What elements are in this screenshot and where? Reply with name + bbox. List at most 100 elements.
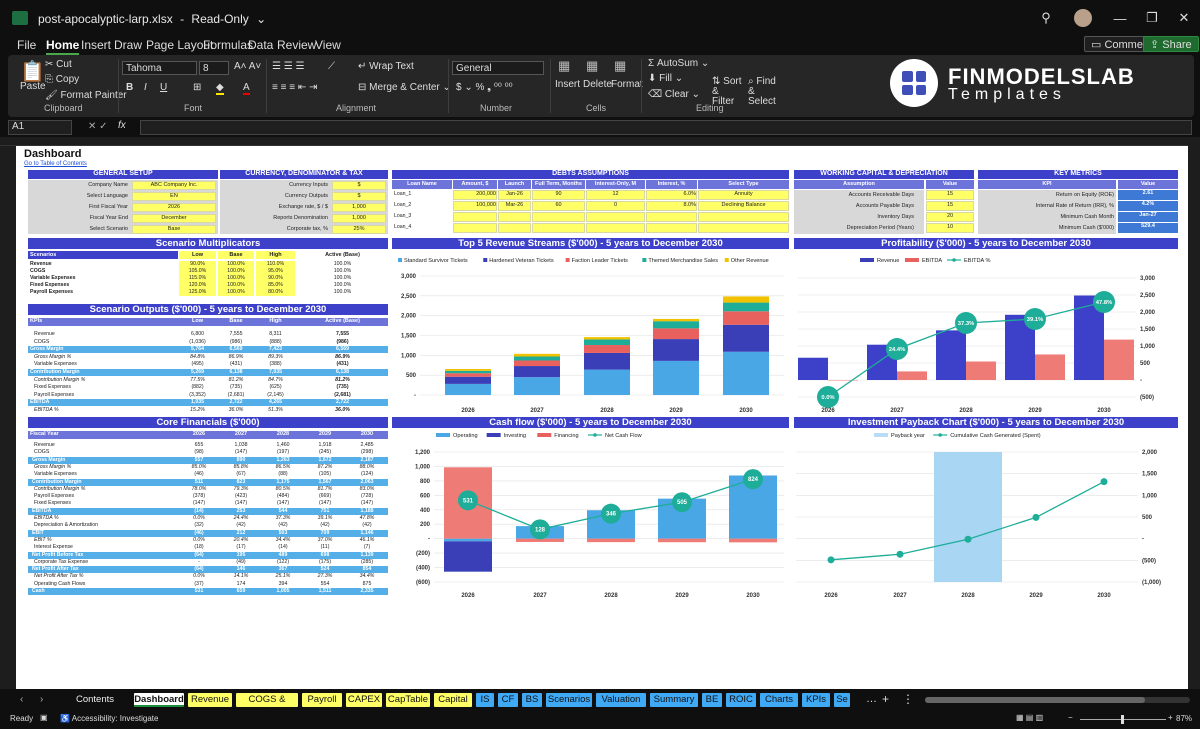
fill-color-icon[interactable]: ◆: [216, 82, 224, 95]
view-icons[interactable]: ▦ ▤ ▥: [1016, 713, 1043, 722]
column-headers[interactable]: [0, 137, 1200, 146]
tab-scroll-left-icon[interactable]: ‹: [20, 694, 23, 705]
fx-icon[interactable]: fx: [118, 120, 126, 131]
zoom-out-icon[interactable]: −: [1068, 713, 1073, 722]
close-icon[interactable]: ✕: [1168, 10, 1200, 26]
underline-icon[interactable]: U: [160, 82, 167, 93]
delete-button[interactable]: Delete: [583, 79, 612, 90]
window-title[interactable]: post-apocalyptic-larp.xlsx - Read-Only ⌄: [38, 12, 270, 26]
name-box[interactable]: A1: [8, 120, 72, 135]
paste-button[interactable]: Paste: [20, 81, 46, 92]
sheet-tab-payroll[interactable]: Payroll: [302, 693, 342, 707]
zoom-thumb[interactable]: [1121, 715, 1124, 724]
scrollbar-thumb[interactable]: [925, 697, 1145, 703]
italic-icon[interactable]: I: [144, 82, 147, 93]
menu-view[interactable]: View: [315, 38, 341, 52]
clear-button[interactable]: ⌫ Clear ⌄: [648, 89, 700, 100]
zoom-in-icon[interactable]: +: [1168, 713, 1173, 722]
minimize-icon[interactable]: —: [1104, 11, 1136, 26]
cancel-enter-icons[interactable]: ✕ ✓: [88, 121, 108, 132]
sheet-tab-summary[interactable]: Summary: [650, 693, 698, 707]
search-icon[interactable]: ⚲: [1030, 10, 1062, 26]
tab-options-icon[interactable]: ⋮: [902, 692, 914, 706]
sheet-tab-charts[interactable]: Charts: [760, 693, 798, 707]
sheet-tab-cogs-opex[interactable]: COGS & OPEX: [236, 693, 298, 719]
find-select-button[interactable]: ⌕ Find & Select: [748, 77, 778, 107]
menu-review[interactable]: Review: [277, 38, 316, 52]
insert-cells-icon[interactable]: ▦: [558, 58, 570, 74]
sheet-tab-capital[interactable]: Capital: [434, 693, 472, 707]
format-button[interactable]: Format: [611, 79, 643, 90]
vertical-scrollbar[interactable]: [1188, 137, 1200, 689]
menu-insert[interactable]: Insert: [81, 38, 111, 52]
sheet-tab-roic[interactable]: ROIC: [726, 693, 756, 707]
menu-draw[interactable]: Draw: [114, 38, 142, 52]
fill-icon: ⬇: [648, 73, 660, 84]
format-painter-button[interactable]: 🖌 Format Painter: [45, 90, 127, 101]
cash-legend-marker: [436, 433, 450, 437]
formula-input[interactable]: [140, 120, 1192, 135]
cash-x-label: 2027: [533, 593, 547, 599]
maximize-icon[interactable]: ❐: [1136, 10, 1168, 26]
sheet-tab-capex[interactable]: CAPEX: [346, 693, 382, 707]
cut-button[interactable]: ✂ Cut: [45, 59, 72, 70]
copy-button[interactable]: ⎘ Copy: [45, 74, 79, 85]
sheet-tab-revenue[interactable]: Revenue: [188, 693, 232, 707]
wrap-text-button[interactable]: ↵ Wrap Text: [358, 61, 414, 72]
grow-font-icon[interactable]: A˄ A˅: [234, 61, 261, 72]
autosum-button[interactable]: Σ AutoSum ⌄: [648, 58, 709, 69]
zoom-level[interactable]: 87%: [1176, 714, 1192, 723]
sheet-tab-se[interactable]: Se: [834, 693, 850, 707]
font-size-select[interactable]: 8: [199, 61, 229, 75]
merge-center-button[interactable]: ⊟ Merge & Center ⌄: [358, 82, 451, 93]
copy-label: Copy: [55, 74, 80, 85]
accessibility-status[interactable]: ♿ Accessibility: Investigate: [60, 714, 158, 723]
format-cells-icon[interactable]: ▦: [614, 58, 626, 74]
share-button[interactable]: ⇪ Share: [1143, 36, 1199, 52]
avatar[interactable]: [1074, 9, 1092, 27]
sheet-tab-contents[interactable]: Contents: [60, 693, 130, 707]
sheet-tab-valuation[interactable]: Valuation: [596, 693, 646, 707]
payback-point: [1032, 513, 1040, 521]
profit-tick-label: 500: [1140, 361, 1151, 367]
sheet-tab-is[interactable]: IS: [476, 693, 494, 707]
cash-tick-label: 1,200: [415, 450, 431, 456]
orientation-icon[interactable]: ⟋: [328, 61, 335, 72]
payback-x-label: 2029: [1029, 593, 1043, 599]
more-tabs-icon[interactable]: …: [866, 693, 877, 705]
sheet-tab-be[interactable]: BE: [702, 693, 722, 707]
revenue-x-label: 2028: [600, 408, 614, 414]
menu-data[interactable]: Data: [248, 38, 273, 52]
align-left-icon[interactable]: ≡ ≡ ≡ ⇤ ⇥: [272, 82, 317, 93]
align-top-icon[interactable]: ☰ ☰ ☰: [272, 61, 304, 72]
borders-icon[interactable]: ⊞: [193, 82, 201, 93]
cash-x-label: 2029: [675, 593, 689, 599]
row-headers[interactable]: [0, 146, 16, 689]
font-name-select[interactable]: Tahoma: [122, 61, 197, 75]
share-label: Share: [1162, 39, 1192, 51]
menu-formulas[interactable]: Formulas: [203, 38, 253, 52]
insert-button[interactable]: Insert: [555, 79, 580, 90]
sheet-tab-bs[interactable]: BS: [522, 693, 542, 707]
sheet-tab-captable[interactable]: CapTable: [386, 693, 430, 707]
brush-icon: 🖌: [45, 90, 61, 101]
sheet-tab-dashboard[interactable]: Dashboard: [134, 693, 184, 707]
sheet-tab-kpis[interactable]: KPIs: [802, 693, 830, 707]
currency-icon[interactable]: $ ⌄ % ❟ ⁰⁰ ⁰⁰: [456, 82, 513, 93]
bold-icon[interactable]: B: [126, 82, 133, 93]
ribbon-divider: [118, 59, 119, 113]
fill-button[interactable]: ⬇ Fill ⌄: [648, 73, 683, 84]
sheet-tab-cf[interactable]: CF: [498, 693, 518, 707]
macro-icon[interactable]: ▣: [40, 713, 48, 722]
tab-scroll-right-icon[interactable]: ›: [40, 694, 43, 705]
delete-cells-icon[interactable]: ▦: [586, 58, 598, 74]
menu-home[interactable]: Home: [46, 38, 80, 55]
font-color-icon[interactable]: A: [243, 82, 250, 95]
add-sheet-icon[interactable]: +: [882, 692, 889, 706]
menu-file[interactable]: File: [17, 38, 36, 52]
number-format-select[interactable]: General: [452, 61, 544, 75]
formula-bar: A1 ✕ ✓ fx: [0, 119, 1200, 136]
profit-tick-label: -: [1140, 378, 1142, 384]
sheet-tab-scenarios[interactable]: Scenarios: [546, 693, 592, 707]
horizontal-scrollbar[interactable]: [925, 697, 1190, 703]
